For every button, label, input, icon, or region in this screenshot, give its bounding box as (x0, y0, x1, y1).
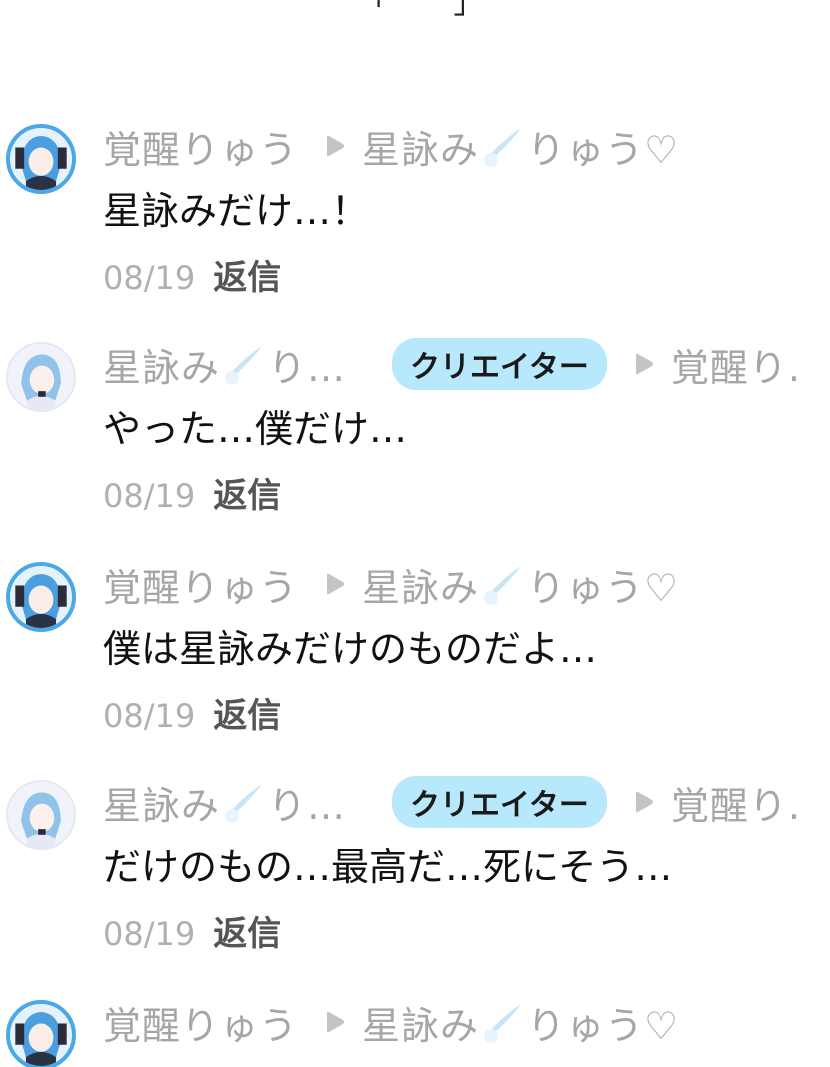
author-name[interactable]: 覚醒りゅう (103, 558, 298, 610)
recipient-name-prefix[interactable]: 星詠み (362, 996, 479, 1048)
comment-header: 覚醒りゅう 星詠み りゅう♡ (103, 120, 830, 172)
comet-icon (481, 124, 525, 168)
avatar[interactable] (6, 780, 76, 850)
top-fragment: 「 」 (358, 0, 512, 21)
comment-text: 星詠みだけ…！ (103, 189, 370, 233)
comment-header: 星詠み り… クリエイター 覚醒り. (103, 776, 830, 828)
reply-button[interactable]: 返信 (213, 906, 281, 955)
reply-button[interactable]: 返信 (213, 688, 281, 737)
comment-text: 僕は星詠みだけのものだよ… (103, 627, 598, 671)
comment-date: 08/19 (103, 915, 196, 953)
comment-meta: 08/19 返信 (103, 688, 281, 737)
recipient-name[interactable]: 覚醒り. (671, 338, 801, 390)
comment-header: 覚醒りゅう 星詠み りゅう♡ (103, 558, 830, 610)
avatar[interactable] (6, 124, 76, 194)
comet-icon (222, 342, 266, 386)
comment-text: だけのもの…最高だ…死にそう… (103, 845, 673, 889)
comment-meta: 08/19 返信 (103, 468, 281, 517)
play-arrow-icon (322, 134, 346, 158)
recipient-name-prefix[interactable]: 星詠み (362, 558, 479, 610)
author-name[interactable]: 覚醒りゅう (103, 120, 298, 172)
comment-item: 星詠み り… クリエイター 覚醒り. だけのもの…最高だ…死にそう… 08/19… (0, 766, 830, 966)
comet-icon (481, 1000, 525, 1044)
reply-button[interactable]: 返信 (213, 468, 281, 517)
avatar[interactable] (6, 342, 76, 412)
author-name[interactable]: 覚醒りゅう (103, 996, 298, 1048)
comment-date: 08/19 (103, 697, 196, 735)
comment-header: 覚醒りゅう 星詠み りゅう♡ (103, 996, 830, 1048)
avatar[interactable] (6, 562, 76, 632)
play-arrow-icon (322, 572, 346, 596)
comment-date: 08/19 (103, 477, 196, 515)
recipient-name[interactable]: 覚醒り. (671, 776, 801, 828)
comment-item: 覚醒りゅう 星詠み りゅう♡ 僕は星詠みだけのものだよ… 08/19 返信 (0, 548, 830, 748)
creator-badge: クリエイター (392, 338, 607, 390)
comment-item: 覚醒りゅう 星詠み りゅう♡ 星詠みだけ…！ 08/19 返信 (0, 110, 830, 310)
play-arrow-icon (631, 352, 655, 376)
author-name-prefix[interactable]: 星詠み (103, 338, 220, 390)
recipient-name-prefix[interactable]: 星詠み (362, 120, 479, 172)
comet-icon (222, 780, 266, 824)
play-arrow-icon (631, 790, 655, 814)
creator-badge: クリエイター (392, 776, 607, 828)
play-arrow-icon (322, 1010, 346, 1034)
comment-date: 08/19 (103, 259, 196, 297)
reply-button[interactable]: 返信 (213, 250, 281, 299)
avatar[interactable] (6, 1000, 76, 1067)
comment-meta: 08/19 返信 (103, 250, 281, 299)
comment-text: やった…僕だけ… (103, 407, 408, 451)
comment-item: 覚醒りゅう 星詠み りゅう♡ （抱きつく）死なないでよ…？ (0, 986, 830, 1067)
comment-text: （抱きつく）死なないでよ…？ (103, 1056, 634, 1067)
comment-item: 星詠み り… クリエイター 覚醒り. やった…僕だけ… 08/19 返信 (0, 328, 830, 528)
author-name-suffix[interactable]: り… (268, 776, 346, 828)
recipient-name-suffix[interactable]: りゅう♡ (527, 996, 679, 1048)
comment-header: 星詠み り… クリエイター 覚醒り. (103, 338, 830, 390)
comment-meta: 08/19 返信 (103, 906, 281, 955)
recipient-name-suffix[interactable]: りゅう♡ (527, 558, 679, 610)
author-name-prefix[interactable]: 星詠み (103, 776, 220, 828)
comet-icon (481, 562, 525, 606)
recipient-name-suffix[interactable]: りゅう♡ (527, 120, 679, 172)
author-name-suffix[interactable]: り… (268, 338, 346, 390)
